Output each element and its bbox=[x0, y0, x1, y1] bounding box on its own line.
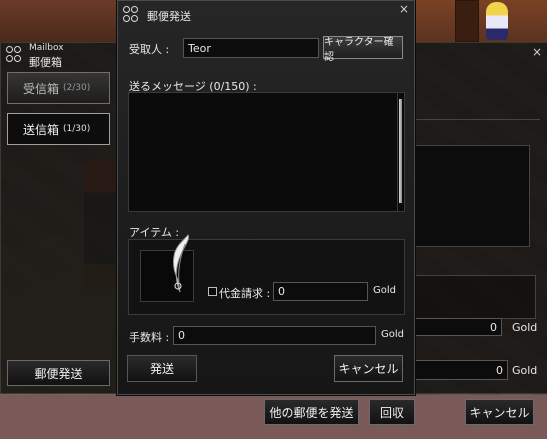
detail-gold-field-1: 0 bbox=[412, 318, 502, 336]
mail-icon bbox=[123, 6, 139, 22]
send-mail-button[interactable]: 郵便発送 bbox=[7, 360, 110, 386]
detail-gold-unit-1: Gold bbox=[512, 321, 538, 334]
outbox-count: (1/30) bbox=[63, 124, 91, 134]
detail-gold-value-1: 0 bbox=[490, 320, 497, 334]
outbox-tab[interactable]: 送信箱 (1/30) bbox=[7, 113, 110, 145]
compose-cancel-button[interactable]: キャンセル bbox=[334, 355, 403, 382]
recipient-value: Teor bbox=[188, 41, 211, 55]
send-button-label: 発送 bbox=[149, 362, 174, 376]
cod-value: 0 bbox=[278, 285, 285, 298]
message-textarea[interactable] bbox=[128, 92, 398, 212]
quill-item-icon bbox=[166, 234, 194, 297]
detail-close-icon[interactable]: × bbox=[532, 46, 542, 58]
compose-title: 郵便発送 bbox=[147, 10, 191, 23]
mail-detail-body bbox=[412, 145, 530, 247]
building-wall-right bbox=[415, 0, 547, 42]
check-character-button-label: キャラクター確認 bbox=[324, 36, 394, 63]
retrieve-button[interactable]: 回収 bbox=[369, 399, 415, 425]
compose-cancel-button-label: キャンセル bbox=[338, 362, 399, 376]
building-door bbox=[455, 0, 479, 42]
fee-value: 0 bbox=[178, 329, 185, 342]
check-character-button[interactable]: キャラクター確認 bbox=[323, 36, 403, 63]
send-button[interactable]: 発送 bbox=[127, 355, 197, 382]
fee-label: 手数料 : bbox=[129, 331, 170, 344]
detail-gold-value-2: 0 bbox=[496, 363, 503, 377]
mailbox-icon bbox=[6, 46, 22, 62]
inbox-tab-label: 受信箱 bbox=[23, 81, 60, 96]
cod-unit: Gold bbox=[373, 285, 396, 296]
close-icon[interactable]: × bbox=[399, 3, 409, 15]
mailbox-title: 郵便箱 bbox=[29, 56, 62, 69]
inbox-count: (2/30) bbox=[63, 83, 91, 93]
cod-input[interactable]: 0 bbox=[273, 282, 368, 301]
forward-mail-button[interactable]: 他の郵便を発送 bbox=[264, 399, 359, 425]
fee-input: 0 bbox=[173, 326, 376, 345]
message-scrollbar[interactable] bbox=[397, 92, 405, 212]
fee-unit: Gold bbox=[381, 329, 404, 340]
cod-checkbox[interactable] bbox=[208, 287, 217, 296]
npc-character bbox=[486, 2, 508, 40]
recipient-label: 受取人 : bbox=[129, 43, 170, 56]
detail-cancel-button-label: キャンセル bbox=[469, 405, 530, 420]
send-mail-button-label: 郵便発送 bbox=[34, 366, 83, 381]
mailbox-title-en: Mailbox bbox=[29, 43, 64, 53]
cod-label: 代金請求 : bbox=[219, 287, 271, 300]
message-scrollbar-thumb[interactable] bbox=[399, 99, 402, 203]
recipient-input[interactable]: Teor bbox=[183, 38, 319, 58]
outbox-tab-label: 送信箱 bbox=[23, 122, 60, 137]
detail-gold-unit-2: Gold bbox=[512, 364, 538, 377]
mail-detail-row bbox=[412, 95, 540, 120]
mail-detail-attachment bbox=[404, 275, 536, 319]
detail-cancel-button[interactable]: キャンセル bbox=[465, 399, 534, 425]
inbox-tab[interactable]: 受信箱 (2/30) bbox=[7, 72, 110, 104]
forward-mail-button-label: 他の郵便を発送 bbox=[269, 405, 354, 420]
retrieve-button-label: 回収 bbox=[379, 405, 404, 420]
